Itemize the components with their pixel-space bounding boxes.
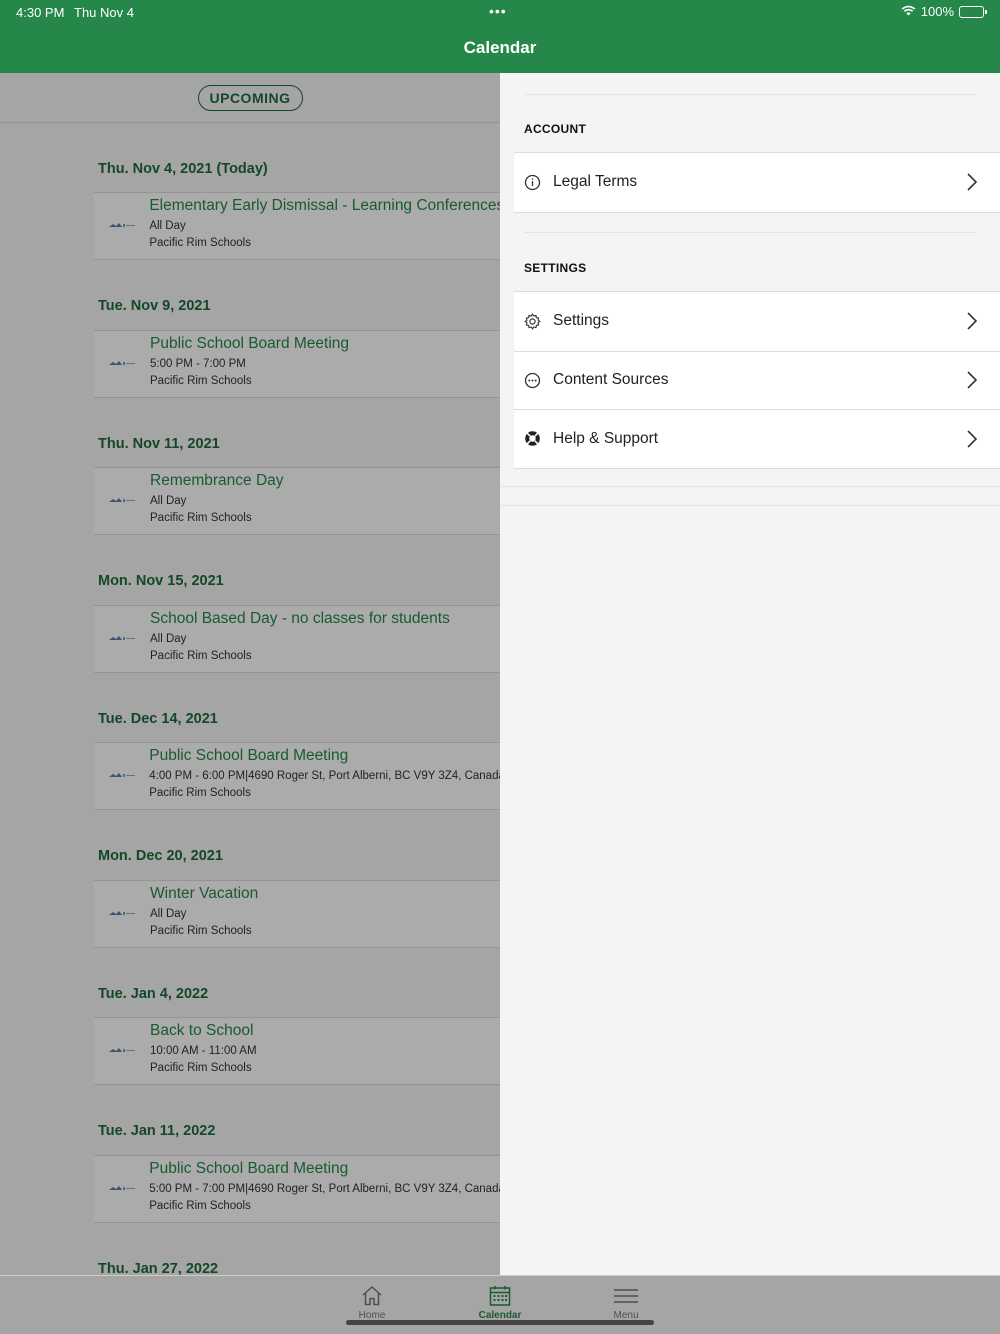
chevron-right-icon: [960, 309, 984, 333]
dim-overlay[interactable]: [0, 73, 500, 1275]
chevron-right-icon: [960, 368, 984, 392]
section-label-settings: SETTINGS: [524, 261, 587, 275]
status-right: 100%: [901, 4, 987, 19]
multitasking-dots[interactable]: •••: [489, 3, 507, 19]
tab-bar-dim-overlay: [0, 1276, 1000, 1334]
battery-percent: 100%: [920, 4, 954, 19]
lifebuoy-icon: [524, 430, 541, 447]
divider: [524, 94, 976, 95]
menu-item-legal-terms[interactable]: Legal Terms: [514, 153, 1000, 212]
more-circle-icon: [524, 372, 541, 389]
divider: [500, 486, 1000, 487]
menu-item-label: Settings: [553, 312, 610, 330]
menu-item-settings[interactable]: Settings: [514, 292, 1000, 351]
status-time: 4:30 PM: [16, 5, 65, 20]
menu-item-help-support[interactable]: Help & Support: [514, 409, 1000, 468]
top-bar: 4:30 PM Thu Nov 4 ••• 100% Calendar: [0, 0, 1000, 73]
account-group: Legal Terms: [514, 152, 1000, 213]
section-label-account: ACCOUNT: [524, 122, 587, 136]
chevron-right-icon: [960, 427, 984, 451]
info-icon: [524, 174, 541, 191]
menu-item-label: Legal Terms: [553, 173, 638, 191]
menu-item-content-sources[interactable]: Content Sources: [514, 350, 1000, 410]
divider: [500, 505, 1000, 506]
settings-group: Settings Content Sources Help & Support: [514, 291, 1000, 469]
side-menu: ACCOUNT Legal Terms SETTINGS Settings Co…: [500, 73, 1000, 1275]
chevron-right-icon: [960, 170, 984, 194]
divider: [524, 232, 976, 233]
gear-icon: [524, 313, 541, 330]
wifi-icon: [901, 4, 916, 19]
menu-item-label: Content Sources: [553, 371, 669, 389]
home-indicator[interactable]: [346, 1320, 654, 1325]
tab-bar: Home Calendar Menu: [0, 1275, 1000, 1334]
status-date: Thu Nov 4: [74, 5, 134, 20]
battery-icon: [959, 5, 987, 18]
page-title: Calendar: [463, 38, 537, 57]
menu-item-label: Help & Support: [553, 429, 659, 447]
